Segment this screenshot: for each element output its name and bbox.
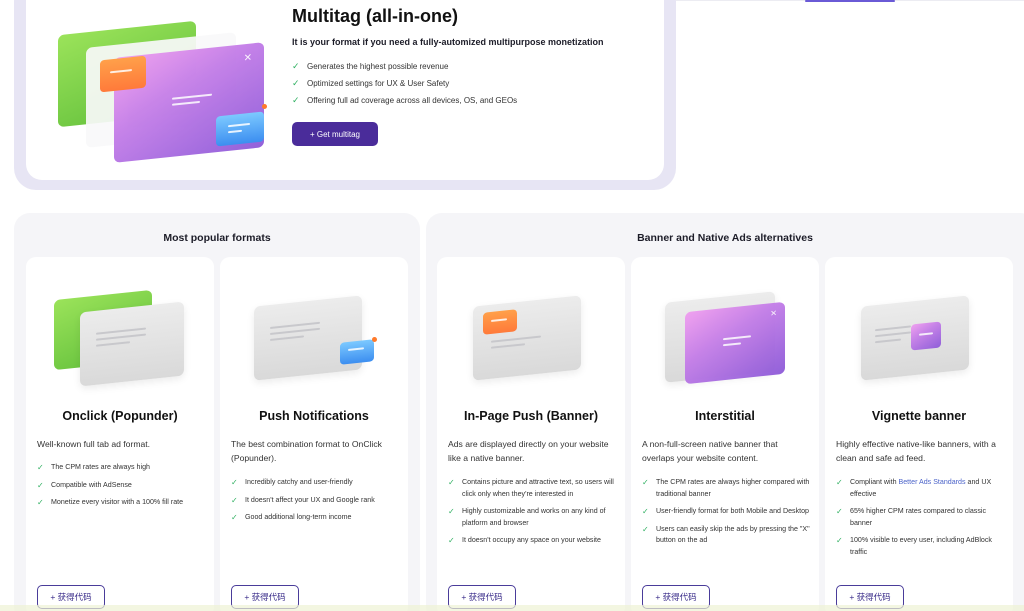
card-features: ✓ The CPM rates are always higher compare… — [642, 477, 810, 553]
list-item: ✓ Good additional long-term income — [231, 513, 352, 522]
card-interstitial: ✕ Interstitial A non-full-screen native … — [631, 257, 819, 611]
list-item: ✓ It doesn't affect your UX and Google ra… — [231, 495, 375, 505]
gray-window-icon — [80, 301, 184, 387]
blue-notification-icon — [340, 339, 374, 365]
close-icon: ✕ — [770, 308, 777, 319]
check-icon: ✓ — [292, 61, 300, 71]
check-icon: ✓ — [231, 513, 238, 522]
list-item: ✓ User-friendly format for both Mobile an… — [642, 507, 809, 516]
list-item: ✓ The CPM rates are always high — [37, 463, 150, 472]
list-item: ✓ 100% visible to every user, including A… — [836, 535, 1004, 558]
get-multitag-button[interactable]: + Get multitag — [292, 122, 378, 146]
card-title: Push Notifications — [259, 409, 369, 423]
check-icon: ✓ — [642, 524, 649, 534]
check-icon: ✓ — [836, 536, 843, 545]
check-icon: ✓ — [642, 507, 649, 516]
list-item: ✓ Generates the highest possible revenue — [292, 61, 449, 71]
notification-dot-icon — [372, 337, 377, 342]
list-item: ✓ Compatible with AdSense — [37, 480, 132, 490]
card-in-page-push: In-Page Push (Banner) Ads are displayed … — [437, 257, 625, 611]
list-item: ✓ Users can easily skip the ads by pressi… — [642, 524, 810, 547]
card-description: The best combination format to OnClick (… — [231, 439, 382, 463]
notification-dot-icon — [262, 104, 267, 109]
blue-notification-icon — [216, 111, 264, 147]
check-icon: ✓ — [642, 478, 649, 487]
list-item: ✓ 65% higher CPM rates compared to classi… — [836, 506, 1004, 529]
check-icon: ✓ — [292, 95, 300, 105]
orange-popup-icon — [100, 55, 146, 93]
list-item: ✓ The CPM rates are always higher compare… — [642, 477, 810, 500]
card-description: Well-known full tab ad format. — [37, 439, 151, 449]
check-icon: ✓ — [37, 480, 44, 490]
list-item: ✓ Incredibly catchy and user-friendly — [231, 478, 353, 487]
list-item: ✓ Contains picture and attractive text, s… — [448, 477, 616, 500]
multitag-title: Multitag (all-in-one) — [292, 6, 458, 26]
list-item: ✓ Compliant with Better Ads Standards and… — [836, 477, 1004, 500]
card-title: Vignette banner — [871, 409, 967, 423]
card-features: ✓ Contains picture and attractive text, s… — [448, 477, 616, 553]
interstitial-illustration: ✕ — [665, 287, 795, 387]
list-item: ✓ Optimized settings for UX & User Safety — [292, 78, 450, 88]
list-item: ✓ Monetize every visitor with a 100% fill… — [37, 498, 184, 507]
check-icon: ✓ — [37, 463, 44, 472]
multitag-features: ✓ Generates the highest possible revenue … — [292, 58, 517, 109]
card-features: ✓ The CPM rates are always high ✓ Compatib… — [37, 462, 205, 515]
card-vignette-banner: Vignette banner Highly effective native-… — [825, 257, 1013, 611]
list-item: ✓ Offering full ad coverage across all de… — [292, 95, 518, 105]
card-description: Ads are displayed directly on your websi… — [448, 439, 609, 463]
card-title: Interstitial — [695, 409, 755, 423]
banner-alternatives-title: Banner and Native Ads alternatives — [637, 232, 813, 244]
bottom-strip — [0, 605, 1024, 611]
in-page-push-illustration — [469, 291, 599, 381]
push-illustration — [254, 291, 384, 381]
gray-window-icon — [473, 295, 581, 381]
check-icon: ✓ — [448, 536, 455, 545]
check-icon: ✓ — [448, 478, 455, 487]
check-icon: ✓ — [292, 78, 300, 88]
check-icon: ✓ — [231, 478, 238, 487]
check-icon: ✓ — [231, 495, 238, 505]
card-features: ✓ Compliant with Better Ads Standards and… — [836, 477, 1004, 564]
header-button-edge[interactable] — [805, 0, 895, 2]
card-push-notifications: Push Notifications The best combination … — [220, 257, 408, 611]
multitag-subtitle: It is your format if you need a fully-au… — [292, 37, 604, 47]
better-ads-standards-link[interactable]: Better Ads Standards — [899, 478, 966, 486]
card-title: In-Page Push (Banner) — [463, 409, 599, 423]
multitag-illustration: ✕ — [56, 10, 271, 163]
list-item: ✓ It doesn't occupy any space on your web… — [448, 536, 601, 545]
check-icon: ✓ — [448, 507, 455, 516]
list-item: ✓ Highly customizable and works on any ki… — [448, 506, 616, 529]
card-onclick: Onclick (Popunder) Well-known full tab a… — [26, 257, 214, 611]
popular-formats-title: Most popular formats — [163, 232, 271, 244]
check-icon: ✓ — [836, 507, 843, 516]
purple-overlay-icon: ✕ — [685, 301, 785, 385]
vignette-illustration — [861, 291, 991, 381]
card-description: Highly effective native-like banners, wi… — [836, 439, 996, 463]
gray-window-icon — [254, 295, 362, 381]
popunder-illustration — [54, 287, 189, 387]
orange-banner-icon — [483, 309, 517, 335]
close-icon: ✕ — [243, 52, 252, 65]
card-title: Onclick (Popunder) — [62, 409, 178, 423]
purple-banner-icon — [911, 321, 941, 351]
card-features: ✓ Incredibly catchy and user-friendly ✓ It… — [231, 477, 399, 530]
check-icon: ✓ — [37, 498, 44, 507]
card-description: A non-full-screen native banner that ove… — [642, 439, 778, 463]
check-icon: ✓ — [836, 478, 843, 487]
